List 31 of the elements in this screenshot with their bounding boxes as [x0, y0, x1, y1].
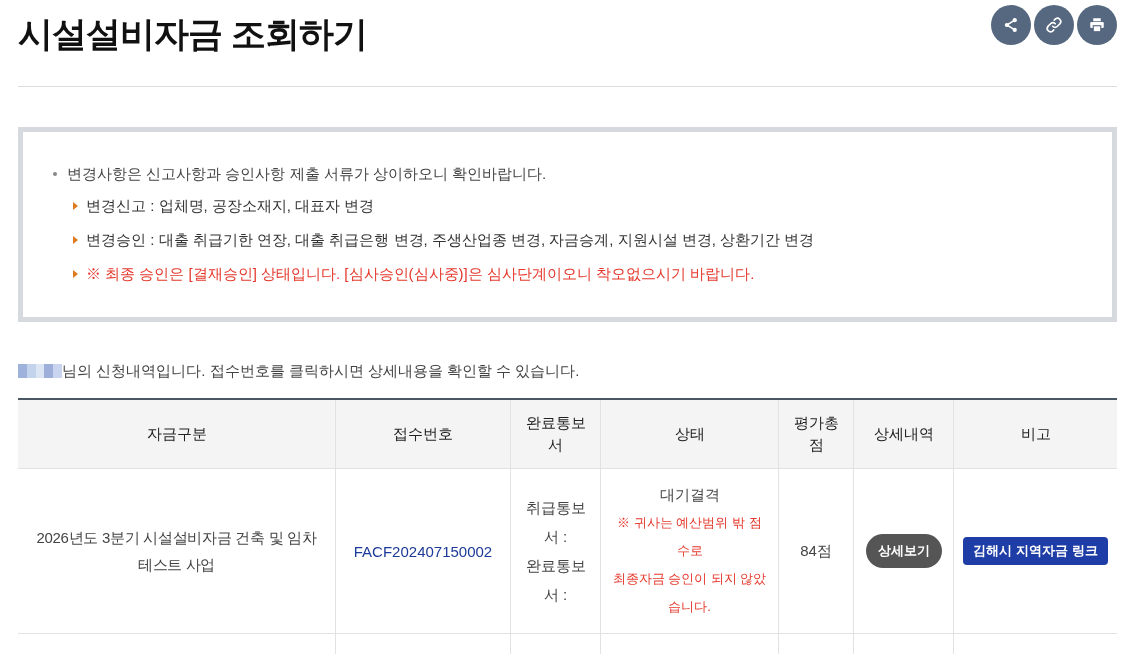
triangle-icon: [73, 270, 78, 278]
notice-item: 변경승인 : 대출 취급기한 연장, 대출 취급은행 변경, 주생산업종 변경, 자금승계, 지원시설 변경, 상환기간 변경: [86, 230, 815, 250]
status-note: 최종자금 승인이 되지 않았습니다.: [611, 570, 768, 616]
column-header: 평가총점: [792, 413, 840, 455]
notice-label: 완료통보서 :: [524, 556, 587, 605]
fund-type-text: 2026년도 3분기 시설설비자금 건축 및 임차 테스트 사업: [35, 528, 318, 575]
triangle-icon: [73, 236, 78, 244]
detail-button[interactable]: 상세보기: [865, 534, 942, 568]
column-header: 완료통보서: [524, 413, 587, 455]
notice-item: 변경신고 : 업체명, 공장소재지, 대표자 변경: [86, 196, 375, 216]
status-text: 대기결격: [659, 485, 720, 505]
print-icon[interactable]: [1077, 5, 1117, 45]
notice-item: ※ 최종 승인은 [결재승인] 상태입니다. [심사승인(심사중)]은 심사단계이오니 착오없으시기 바랍니다.: [86, 264, 755, 284]
column-header: 자금구분: [146, 424, 207, 444]
column-header: 비고: [1020, 424, 1051, 444]
notice-text: 변경사항은 신고사항과 승인사항 제출 서류가 상이하오니 확인바랍니다.: [67, 164, 547, 184]
receipt-number-link[interactable]: FACF202407150002: [353, 542, 493, 560]
link-icon[interactable]: [1034, 5, 1074, 45]
column-header: 접수번호: [393, 424, 453, 444]
score-text: 84점: [800, 541, 832, 561]
applicant-message: 님의 신청내역입니다. 접수번호를 클릭하시면 상세내용을 확인할 수 있습니다.: [62, 361, 580, 381]
notice-label: 취급통보서 :: [524, 498, 587, 547]
link-button[interactable]: 김해시 지역자금 링크: [963, 537, 1108, 565]
triangle-icon: [73, 202, 78, 210]
column-header: 상태: [674, 424, 705, 444]
share-icon[interactable]: [991, 5, 1031, 45]
bullet-icon: [53, 172, 57, 176]
status-note: ※ 귀사는 예산범위 밖 점수로: [616, 514, 763, 560]
redacted-name-block: [18, 364, 62, 378]
column-header: 상세내역: [873, 424, 934, 444]
page-title: 시설설비자금 조회하기: [18, 13, 367, 55]
